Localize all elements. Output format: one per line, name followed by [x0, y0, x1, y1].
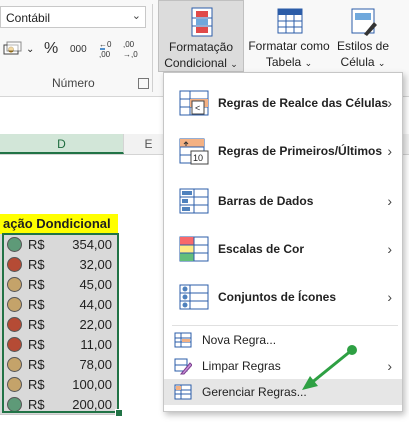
- svg-text:<: <: [195, 103, 200, 113]
- highlight-rules-icon: <: [179, 90, 209, 116]
- percent-icon: %: [44, 40, 59, 57]
- menu-item-label: Limpar Regras: [202, 359, 281, 373]
- chevron-right-icon: ›: [387, 358, 392, 374]
- chevron-down-icon: ⌄: [304, 58, 313, 68]
- number-group-label: Número: [52, 76, 95, 90]
- menu-item-highlight-rules[interactable]: < Regras de Realce das Células ›: [164, 79, 402, 127]
- increase-decimal-icon: ←0 ,00: [99, 40, 112, 59]
- svg-text:10: 10: [193, 153, 203, 163]
- icon-sets-icon: [179, 284, 209, 310]
- cell-styles-icon: [351, 8, 377, 36]
- chevron-right-icon: ›: [387, 193, 392, 209]
- number-format-dropdown[interactable]: Contábil ⌄: [0, 6, 146, 28]
- cell-styles-label: Estilos de: [336, 39, 390, 53]
- menu-item-label: Regras de Realce das Células: [218, 96, 389, 110]
- menu-item-label: Nova Regra...: [202, 333, 277, 347]
- dialog-launcher-icon[interactable]: [138, 78, 149, 89]
- menu-item-label: Regras de Primeiros/Últimos: [218, 144, 383, 158]
- fill-handle[interactable]: [115, 409, 123, 417]
- svg-text:→,0: →,0: [123, 50, 138, 59]
- format-as-table-icon: [277, 8, 303, 34]
- comma-style-button[interactable]: 000: [70, 38, 87, 60]
- cell-styles-button[interactable]: Estilos de Célula ⌄: [332, 0, 394, 72]
- conditional-formatting-label-2: Condicional: [164, 56, 227, 70]
- color-scales-icon: [179, 236, 209, 262]
- format-as-table-label-2: Tabela: [265, 55, 302, 69]
- decrease-decimal-icon: ,00 →,0: [123, 40, 138, 59]
- title-cell[interactable]: ação Dondicional: [0, 214, 118, 234]
- chevron-down-icon: ⌄: [377, 58, 386, 68]
- menu-item-top-bottom-rules[interactable]: 10 Regras de Primeiros/Últimos ›: [164, 127, 402, 175]
- decrease-decimal-button[interactable]: ,00 →,0: [122, 38, 142, 60]
- menu-item-label: Conjuntos de Ícones: [218, 290, 337, 304]
- data-bars-icon: [179, 188, 209, 214]
- thousands-icon: 000: [70, 43, 87, 55]
- menu-item-label: Escalas de Cor: [218, 242, 305, 256]
- chevron-right-icon: ›: [387, 143, 392, 159]
- selection-border: [2, 233, 119, 413]
- number-format-value: Contábil: [6, 11, 51, 25]
- chevron-down-icon: ⌄: [26, 43, 35, 55]
- new-rule-icon: [174, 332, 192, 348]
- accounting-format-button[interactable]: ⌄: [2, 38, 34, 60]
- menu-item-color-scales[interactable]: Escalas de Cor ›: [164, 225, 402, 273]
- conditional-formatting-label: Formatação: [168, 40, 234, 54]
- chevron-down-icon: ⌄: [131, 10, 141, 22]
- cell-styles-label-2: Célula: [340, 55, 375, 69]
- clear-rules-icon: [174, 358, 192, 375]
- format-as-table-label: Formatar como: [248, 39, 330, 53]
- manage-rules-icon: [174, 384, 192, 400]
- currency-icon: [3, 41, 22, 55]
- percent-style-button[interactable]: %: [44, 38, 58, 60]
- conditional-formatting-button[interactable]: Formatação Condicional ⌄: [158, 0, 244, 72]
- conditional-formatting-icon: [191, 7, 213, 37]
- annotation-arrow: [302, 345, 357, 390]
- chevron-right-icon: ›: [387, 289, 392, 305]
- menu-item-label: Barras de Dados: [218, 194, 314, 208]
- chevron-right-icon: ›: [387, 95, 392, 111]
- top-bottom-rules-icon: 10: [179, 138, 209, 165]
- increase-decimal-button[interactable]: ←0 ,00: [98, 38, 118, 60]
- group-divider: [152, 4, 153, 92]
- chevron-down-icon: ⌄: [230, 59, 238, 69]
- svg-text:←0: ←0: [99, 40, 112, 49]
- svg-text:,00: ,00: [123, 40, 135, 49]
- column-header-d[interactable]: D: [0, 134, 124, 154]
- chevron-right-icon: ›: [387, 241, 392, 257]
- menu-item-icon-sets[interactable]: Conjuntos de Ícones ›: [164, 273, 402, 321]
- svg-text:,00: ,00: [99, 50, 111, 59]
- format-as-table-button[interactable]: Formatar como Tabela ⌄: [246, 0, 332, 72]
- menu-item-data-bars[interactable]: Barras de Dados ›: [164, 177, 402, 225]
- menu-separator: [172, 325, 398, 326]
